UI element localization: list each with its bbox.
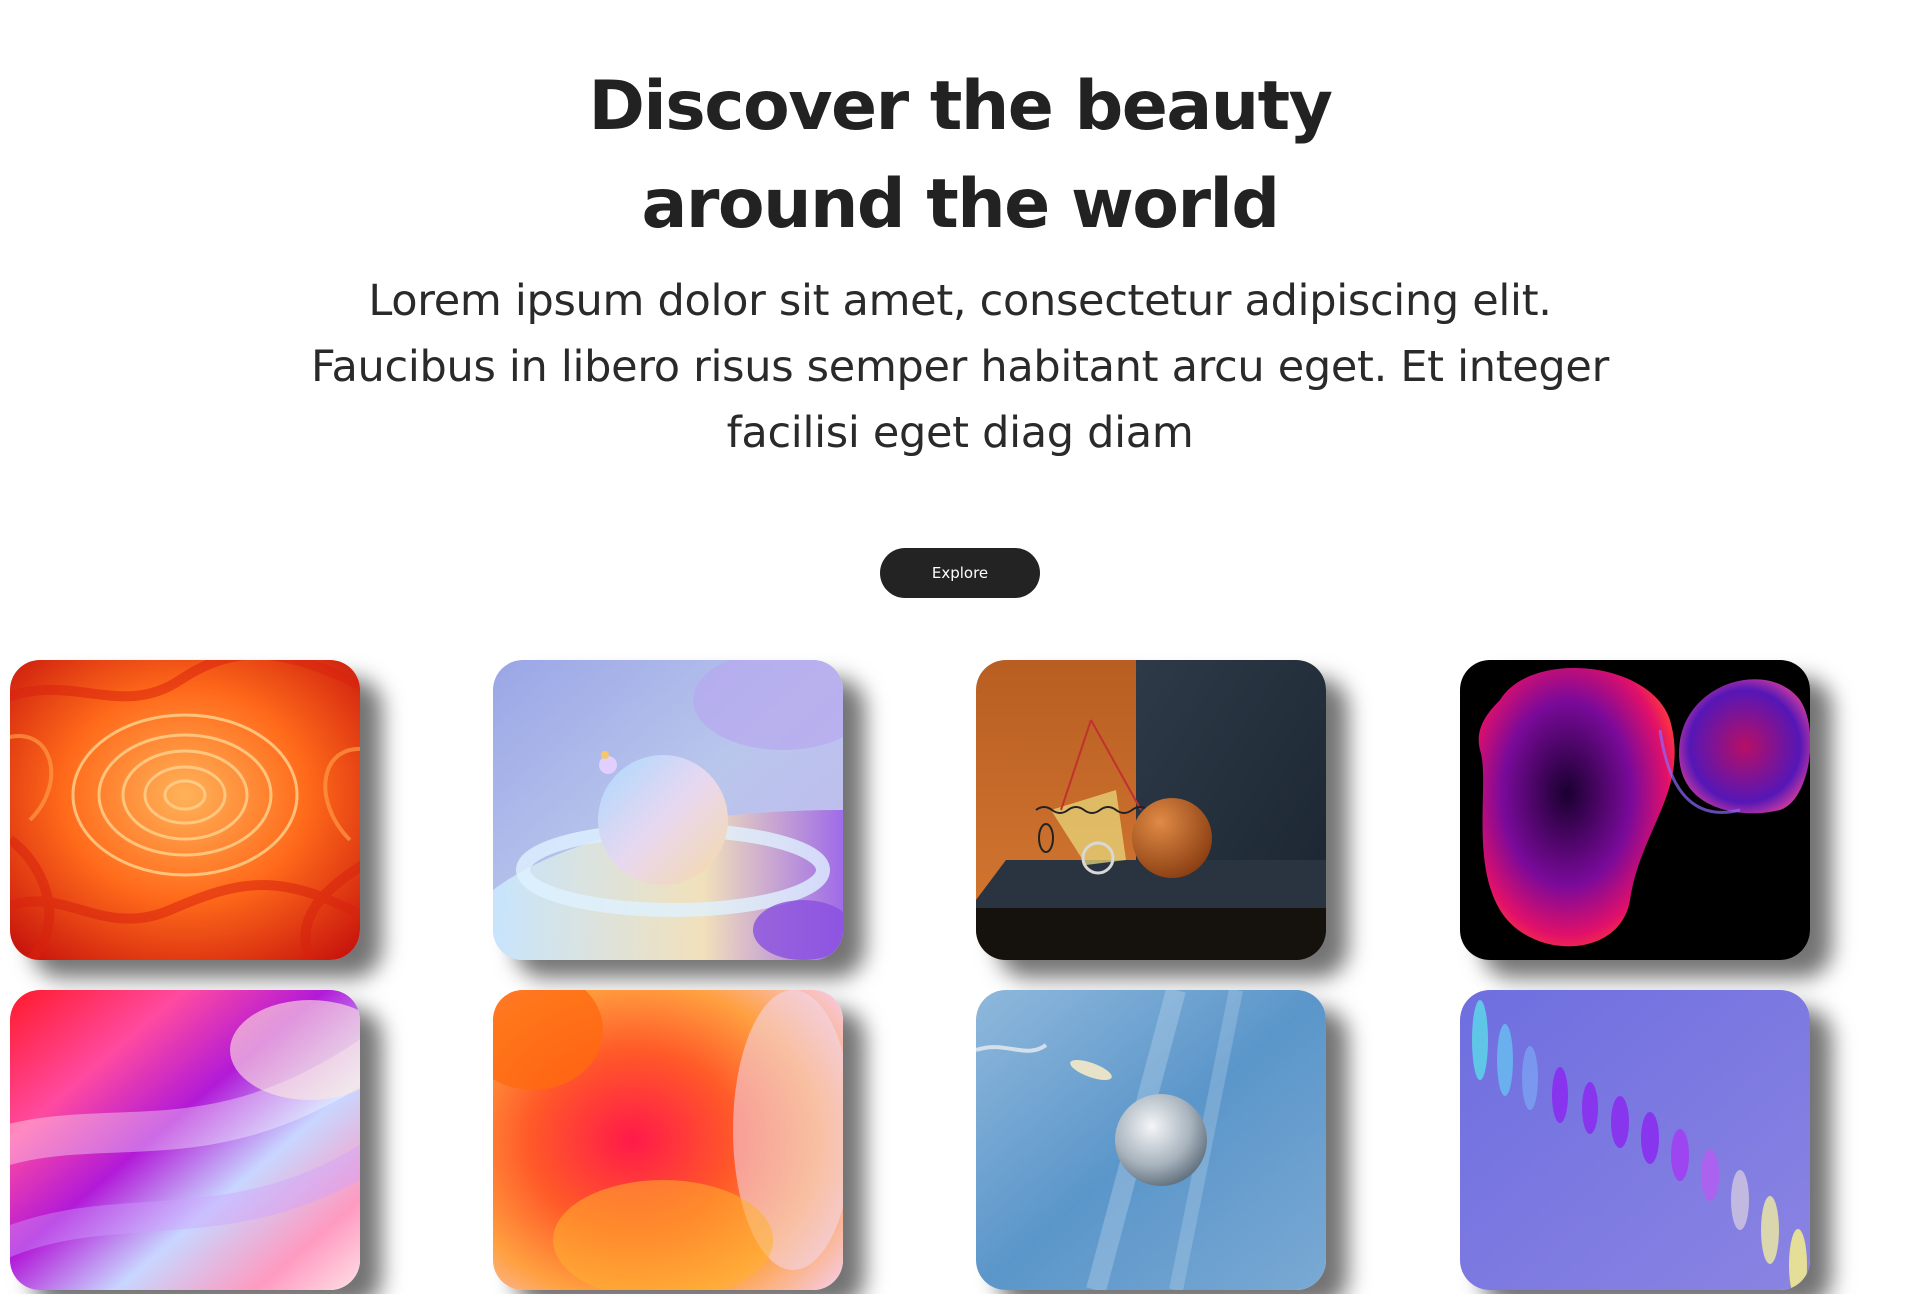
- pastel-sphere-image: [493, 660, 843, 960]
- title-line-2: around the world: [641, 165, 1280, 244]
- gallery-image-orange-sphere-room[interactable]: [976, 660, 1326, 960]
- page-title: Discover the beauty around the world: [0, 58, 1920, 254]
- description-line-3: facilisi eget diag diam: [726, 408, 1194, 458]
- gallery-image-pink-purple-gradient[interactable]: [10, 990, 360, 1290]
- title-line-1: Discover the beauty: [588, 67, 1333, 146]
- description-line-2: Faucibus in libero risus semper habitant…: [311, 342, 1609, 392]
- orange-sphere-room-image: [976, 660, 1326, 960]
- gallery-image-neon-blob[interactable]: [1460, 660, 1810, 960]
- explore-button[interactable]: Explore: [880, 548, 1040, 598]
- gallery-image-glass-sphere-sky[interactable]: [976, 990, 1326, 1290]
- description-line-1: Lorem ipsum dolor sit amet, consectetur …: [368, 276, 1552, 326]
- neon-blob-image: [1460, 660, 1810, 960]
- violet-spiral-image: [1460, 990, 1810, 1290]
- pink-purple-gradient-image: [10, 990, 360, 1290]
- orange-red-gradient-image: [493, 990, 843, 1290]
- gallery-image-violet-spiral[interactable]: [1460, 990, 1810, 1290]
- hero-description: Lorem ipsum dolor sit amet, consectetur …: [270, 268, 1650, 466]
- gallery-image-orange-swirl[interactable]: [10, 660, 360, 960]
- gallery-image-pastel-sphere[interactable]: [493, 660, 843, 960]
- gallery-image-orange-red-gradient[interactable]: [493, 990, 843, 1290]
- orange-swirl-image: [10, 660, 360, 960]
- glass-sphere-sky-image: [976, 990, 1326, 1290]
